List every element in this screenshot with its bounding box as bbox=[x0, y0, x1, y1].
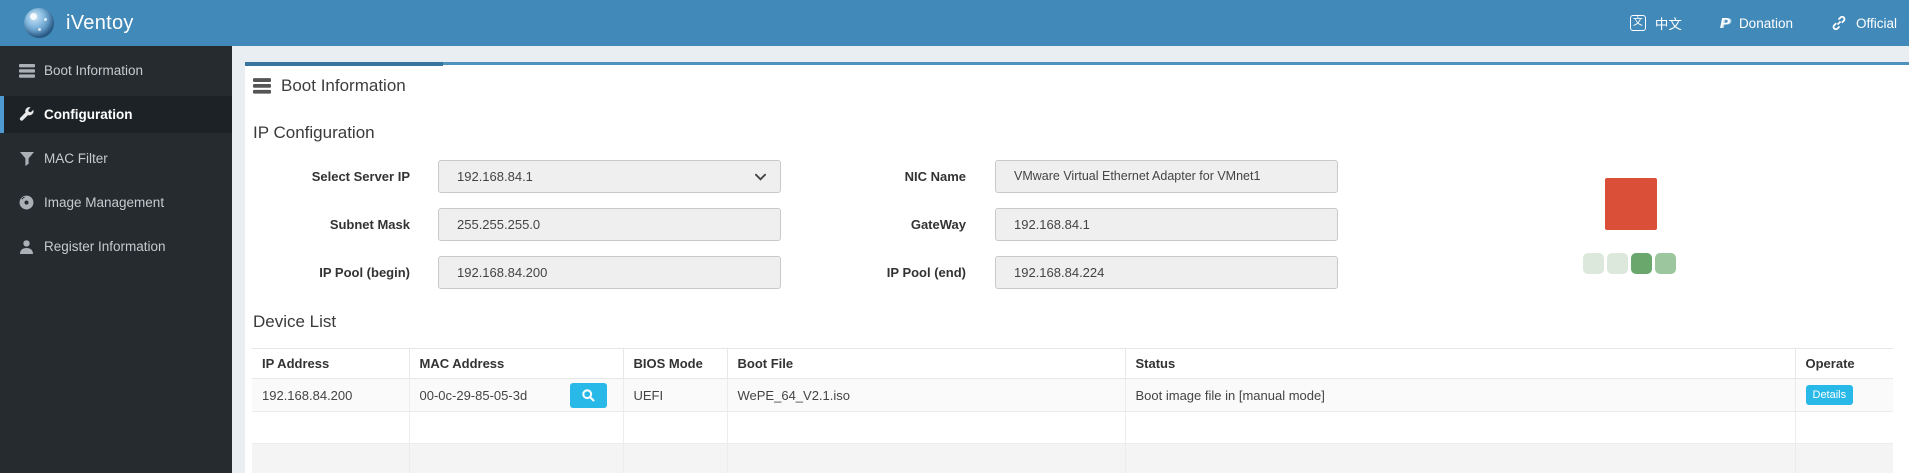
nic-name-field[interactable]: VMware Virtual Ethernet Adapter for VMne… bbox=[995, 160, 1338, 193]
server-ip-select[interactable]: 192.168.84.1 bbox=[438, 160, 781, 193]
ip-pool-end-value: 192.168.84.224 bbox=[1014, 265, 1105, 280]
panel-title-text: Boot Information bbox=[281, 76, 406, 95]
col-bios-mode: BIOS Mode bbox=[623, 348, 728, 379]
device-status: Boot image file in [manual mode] bbox=[1125, 378, 1796, 412]
user-icon bbox=[18, 239, 35, 254]
top-header: iVentoy 文 中文 P Donation Official bbox=[0, 0, 1909, 46]
disc-icon bbox=[18, 195, 35, 210]
search-icon bbox=[581, 389, 595, 402]
header-links: 文 中文 P Donation Official bbox=[1629, 0, 1897, 46]
active-tab-indicator bbox=[245, 62, 443, 66]
table-row: 192.168.84.200 00-0c-29-85-05-3d UEFI We… bbox=[252, 378, 1893, 412]
paypal-icon: P bbox=[1719, 14, 1730, 32]
sidebar-item-configuration[interactable]: Configuration bbox=[0, 96, 232, 133]
gateway-label: GateWay bbox=[910, 217, 966, 232]
donation-label: Donation bbox=[1738, 15, 1793, 31]
donation-link[interactable]: P Donation bbox=[1720, 15, 1793, 32]
sidebar-item-image-management[interactable]: Image Management bbox=[0, 184, 232, 221]
device-mac: 00-0c-29-85-05-3d bbox=[419, 387, 528, 403]
select-server-ip-label: Select Server IP bbox=[311, 169, 410, 184]
server-ip-value: 192.168.84.1 bbox=[457, 169, 533, 184]
link-icon bbox=[1831, 15, 1847, 31]
col-status: Status bbox=[1125, 348, 1796, 379]
filter-icon bbox=[18, 151, 35, 166]
sidebar-item-label: Image Management bbox=[44, 195, 165, 210]
gateway-value: 192.168.84.1 bbox=[1014, 217, 1090, 232]
device-list-heading: Device List bbox=[253, 312, 337, 331]
device-ip: 192.168.84.200 bbox=[252, 378, 410, 412]
mac-search-button[interactable] bbox=[569, 383, 607, 408]
sidebar-item-mac-filter[interactable]: MAC Filter bbox=[0, 140, 232, 177]
chevron-down-icon bbox=[755, 173, 766, 181]
table-row bbox=[252, 411, 1893, 444]
sidebar: Boot Information Configuration MAC Filte… bbox=[0, 46, 232, 473]
ip-pool-begin-label: IP Pool (begin) bbox=[319, 265, 410, 280]
official-label: Official bbox=[1855, 15, 1897, 31]
sidebar-item-label: MAC Filter bbox=[44, 151, 108, 166]
stop-server-button[interactable] bbox=[1605, 178, 1657, 230]
sidebar-item-register-information[interactable]: Register Information bbox=[0, 228, 232, 265]
status-cell bbox=[1583, 253, 1604, 274]
server-stack-icon bbox=[18, 63, 35, 78]
ip-configuration-heading: IP Configuration bbox=[253, 123, 375, 142]
device-boot-file: WePE_64_V2.1.iso bbox=[727, 378, 1126, 412]
translate-icon: 文 bbox=[1629, 15, 1646, 31]
content-area: Boot Information IP Configuration Select… bbox=[232, 46, 1909, 473]
sidebar-item-label: Boot Information bbox=[44, 63, 144, 78]
device-mac-cell: 00-0c-29-85-05-3d bbox=[409, 378, 624, 412]
subnet-mask-label: Subnet Mask bbox=[329, 217, 410, 232]
iventoy-logo-icon bbox=[24, 8, 54, 38]
nic-name-value: VMware Virtual Ethernet Adapter for VMne… bbox=[1014, 169, 1261, 183]
status-cells bbox=[1583, 253, 1676, 274]
wrench-icon bbox=[18, 107, 35, 122]
language-label: 中文 bbox=[1654, 17, 1682, 32]
language-switch[interactable]: 文 中文 bbox=[1629, 13, 1682, 33]
ip-pool-end-field[interactable]: 192.168.84.224 bbox=[995, 256, 1338, 289]
sidebar-item-label: Configuration bbox=[44, 107, 133, 122]
col-operate: Operate bbox=[1795, 348, 1893, 379]
official-link[interactable]: Official bbox=[1831, 15, 1897, 31]
ip-pool-begin-field[interactable]: 192.168.84.200 bbox=[438, 256, 781, 289]
status-cell bbox=[1631, 253, 1652, 274]
status-cell bbox=[1655, 253, 1676, 274]
sidebar-item-boot-information[interactable]: Boot Information bbox=[0, 52, 232, 89]
server-stack-icon bbox=[253, 78, 271, 94]
app-title: iVentoy bbox=[66, 11, 134, 34]
subnet-mask-field[interactable]: 255.255.255.0 bbox=[438, 208, 781, 241]
panel-title: Boot Information bbox=[253, 76, 406, 96]
brand: iVentoy bbox=[0, 0, 232, 46]
sidebar-item-label: Register Information bbox=[44, 239, 166, 254]
table-header-row: IP Address MAC Address BIOS Mode Boot Fi… bbox=[252, 348, 1893, 379]
boot-information-panel: Boot Information IP Configuration Select… bbox=[245, 62, 1909, 473]
ip-pool-begin-value: 192.168.84.200 bbox=[457, 265, 548, 280]
device-bios-mode: UEFI bbox=[623, 378, 728, 412]
device-table: IP Address MAC Address BIOS Mode Boot Fi… bbox=[252, 348, 1893, 473]
gateway-field[interactable]: 192.168.84.1 bbox=[995, 208, 1338, 241]
device-operate-cell: Details bbox=[1795, 378, 1893, 412]
ip-pool-end-label: IP Pool (end) bbox=[886, 265, 966, 280]
status-cell bbox=[1607, 253, 1628, 274]
nic-name-label: NIC Name bbox=[904, 169, 966, 184]
col-mac-address: MAC Address bbox=[409, 348, 624, 379]
col-boot-file: Boot File bbox=[727, 348, 1126, 379]
table-row bbox=[252, 443, 1893, 473]
subnet-mask-value: 255.255.255.0 bbox=[457, 217, 541, 232]
col-ip-address: IP Address bbox=[252, 348, 410, 379]
details-button[interactable]: Details bbox=[1805, 385, 1854, 405]
